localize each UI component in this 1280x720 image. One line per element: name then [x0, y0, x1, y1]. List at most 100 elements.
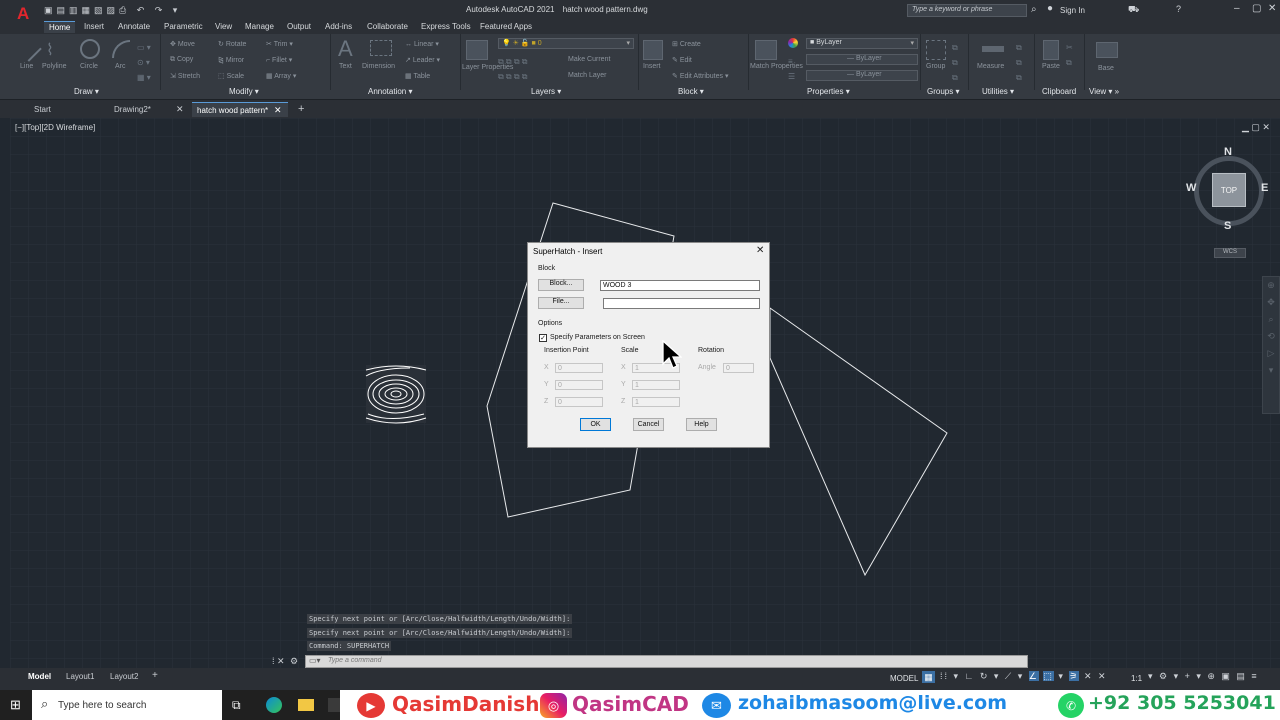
doc-tab-hatch-wood-pattern[interactable]: hatch wood pattern* ✕ — [192, 102, 288, 117]
arc-icon[interactable] — [112, 40, 130, 58]
insertion-z-field[interactable]: 0 — [555, 397, 603, 407]
text-icon[interactable]: A — [338, 36, 353, 62]
layout-tab-layout1[interactable]: Layout1 — [66, 672, 94, 681]
layer-dropdown[interactable]: 💡 ☀ 🔓 ■ 0 ▾ — [498, 38, 634, 49]
rotation-angle-field[interactable]: 0 — [723, 363, 754, 373]
stretch-tool[interactable]: ⇲ Stretch — [170, 72, 200, 80]
tab-add-ins[interactable]: Add-ins — [325, 22, 352, 31]
draw-small-icons[interactable]: ▭ ▾ ⊙ ▾ ▦ ▾ — [137, 40, 151, 85]
rotate-tool[interactable]: ↻ Rotate — [218, 40, 246, 48]
move-tool[interactable]: ✥ Move — [170, 40, 195, 48]
status-right-icons[interactable]: ▾ ⚙ ▾ + ▾ ⊕ ▣ ▤ ≡ — [1148, 671, 1259, 682]
tab-parametric[interactable]: Parametric — [164, 22, 203, 31]
create-block-tool[interactable]: ⊞ Create — [672, 40, 701, 48]
status-toggle-icons[interactable]: ⁞⁞ ▾ ∟ ↻ ▾ ⟋ ▾ ∠ ⬚ ▾ ⚞ ✕ ✕ — [940, 671, 1108, 682]
new-layout-button[interactable]: + — [152, 670, 158, 681]
command-input[interactable]: ▭▾ Type a command — [305, 655, 1028, 668]
tab-insert[interactable]: Insert — [84, 22, 104, 31]
task-view-icon[interactable]: ⧉ — [232, 698, 241, 713]
doc-tab-drawing2[interactable]: Drawing2* ✕ — [110, 103, 190, 116]
match-layer-tool[interactable]: Match Layer — [568, 72, 607, 79]
fillet-tool[interactable]: ⌐ Fillet ▾ — [266, 56, 292, 64]
cart-icon[interactable]: ⛟ — [1128, 4, 1139, 16]
linetype-dropdown[interactable]: — ByLayer — [806, 54, 918, 65]
lineweight-dropdown[interactable]: — ByLayer — [806, 70, 918, 81]
taskbar-search-box[interactable]: ⌕ Type here to search — [32, 690, 222, 720]
layout-tab-model[interactable]: Model — [28, 672, 51, 681]
edge-icon[interactable] — [266, 697, 282, 713]
file-path-field[interactable] — [603, 298, 760, 309]
compass-north[interactable]: N — [1224, 146, 1232, 158]
search-box[interactable]: Type a keyword or phrase — [907, 4, 1027, 17]
base-tool[interactable]: Base — [1098, 65, 1114, 72]
help-button[interactable]: Help — [686, 418, 717, 431]
compass-south[interactable]: S — [1224, 220, 1231, 232]
specify-params-checkbox[interactable]: ✓ — [539, 334, 547, 342]
quick-access-toolbar[interactable]: ▣▤▥▦▧▨⎙ ↶ ↷ ▾ — [44, 5, 214, 17]
line-tool[interactable]: Line — [20, 63, 33, 70]
group-small-icons[interactable]: ⧉ ⧉ ⧉ — [952, 40, 958, 85]
maximize-button[interactable]: ▢ — [1252, 3, 1261, 14]
layout-tab-layout2[interactable]: Layout2 — [110, 672, 138, 681]
sign-in-link[interactable]: Sign In — [1060, 6, 1085, 15]
model-space-toggle[interactable]: MODEL — [890, 674, 918, 683]
block-button[interactable]: Block... — [538, 279, 584, 291]
viewcube-top-face[interactable]: TOP — [1212, 173, 1246, 207]
circle-tool[interactable]: Circle — [80, 63, 98, 70]
table-tool[interactable]: ▦ Table — [405, 72, 430, 80]
clipboard-small-icons[interactable]: ✂ ⧉ — [1066, 40, 1073, 70]
dimension-tool[interactable]: Dimension — [362, 63, 395, 70]
edit-block-tool[interactable]: ✎ Edit — [672, 56, 692, 64]
navigation-bar[interactable]: ⊕ ✥ ⌕ ⟲ ▷ ▾ — [1262, 276, 1280, 414]
tab-manage[interactable]: Manage — [245, 22, 274, 31]
windows-start-icon[interactable]: ⊞ — [10, 697, 21, 713]
close-tab-icon[interactable]: ✕ — [274, 105, 282, 116]
dialog-close-icon[interactable]: ✕ — [756, 245, 764, 256]
annotation-scale[interactable]: 1:1 — [1131, 674, 1142, 683]
leader-tool[interactable]: ↗ Leader ▾ — [405, 56, 440, 64]
wcs-menu[interactable]: WCS — [1214, 248, 1246, 258]
insert-tool[interactable]: Insert — [643, 63, 661, 70]
utility-small-icons[interactable]: ⧉ ⧉ ⧉ — [1016, 40, 1022, 85]
properties-panel-label[interactable]: Properties ▾ — [807, 87, 850, 96]
tab-home[interactable]: Home — [44, 21, 76, 33]
search-icon[interactable]: ⌕ — [1031, 4, 1037, 15]
wrench-icon[interactable]: ⚙ — [290, 656, 298, 667]
file-button[interactable]: File... — [538, 297, 584, 309]
insertion-x-field[interactable]: 0 — [555, 363, 603, 373]
clipboard-panel-label[interactable]: Clipboard — [1042, 87, 1076, 96]
minimize-button[interactable]: – — [1234, 3, 1240, 14]
block-panel-label[interactable]: Block ▾ — [678, 87, 704, 96]
dimension-icon[interactable] — [370, 40, 392, 56]
tab-annotate[interactable]: Annotate — [118, 22, 150, 31]
doc-tab-start[interactable]: Start — [30, 103, 108, 116]
tab-output[interactable]: Output — [287, 22, 311, 31]
paste-icon[interactable] — [1043, 40, 1059, 60]
properties-small-icons[interactable]: ≡ ☰ — [788, 54, 795, 84]
measure-icon[interactable] — [982, 46, 1004, 52]
arc-tool[interactable]: Arc — [115, 63, 126, 70]
tab-collaborate[interactable]: Collaborate — [367, 22, 408, 31]
color-dropdown[interactable]: ■ ByLayer ▾ — [806, 38, 918, 49]
file-explorer-icon[interactable] — [298, 699, 314, 711]
scale-y-field[interactable]: 1 — [632, 380, 680, 390]
insert-block-icon[interactable] — [643, 40, 663, 60]
scale-z-field[interactable]: 1 — [632, 397, 680, 407]
text-tool[interactable]: Text — [339, 63, 352, 70]
command-close-icon[interactable]: ⁞ ✕ — [272, 656, 285, 667]
tab-view[interactable]: View — [215, 22, 232, 31]
tab-featured-apps[interactable]: Featured Apps — [480, 22, 532, 31]
utilities-panel-label[interactable]: Utilities ▾ — [982, 87, 1014, 96]
tab-express-tools[interactable]: Express Tools — [421, 22, 471, 31]
annotation-panel-label[interactable]: Annotation ▾ — [368, 87, 413, 96]
cancel-button[interactable]: Cancel — [633, 418, 664, 431]
group-icon[interactable] — [926, 40, 946, 60]
view-panel-label[interactable]: View ▾ » — [1089, 87, 1119, 96]
grid-toggle-icon[interactable]: ▦ — [922, 671, 935, 683]
linear-tool[interactable]: ↔ Linear ▾ — [405, 40, 439, 48]
mirror-tool[interactable]: ⧎ Mirror — [218, 56, 244, 64]
edit-attributes-tool[interactable]: ✎ Edit Attributes ▾ — [672, 72, 728, 80]
specify-params-label[interactable]: Specify Parameters on Screen — [550, 334, 645, 341]
viewport-label[interactable]: [−][Top][2D Wireframe] — [15, 123, 95, 132]
line-icon[interactable] — [16, 36, 42, 62]
